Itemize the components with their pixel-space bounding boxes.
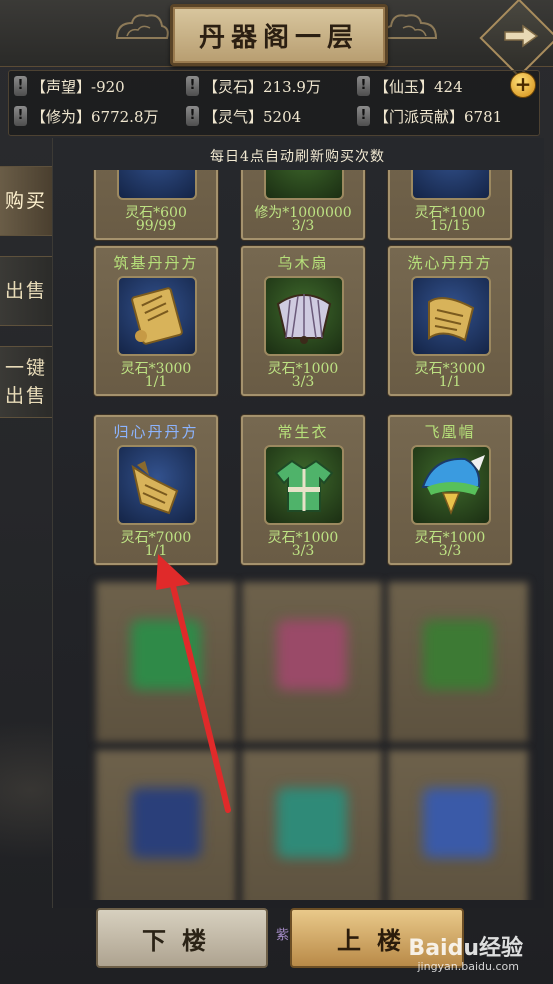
item-name: 飞凰帽 bbox=[424, 423, 476, 441]
annotation-arrow-icon bbox=[156, 554, 231, 813]
scroll-icon bbox=[117, 445, 197, 525]
tab-label: 出售 bbox=[4, 280, 47, 302]
floor-down-button[interactable]: 下楼 bbox=[96, 908, 268, 968]
item-quantity: 3/3 bbox=[291, 374, 315, 390]
robe-icon bbox=[264, 445, 344, 525]
watermark-url: jingyan.baidu.com bbox=[417, 960, 519, 973]
stat-spirit-energy: ! 【灵气】5204 bbox=[186, 104, 301, 128]
item-icon bbox=[117, 170, 197, 200]
info-icon[interactable]: ! bbox=[357, 106, 370, 126]
scroll-icon bbox=[117, 276, 197, 356]
page-title-text: 丹器阁一层 bbox=[198, 22, 359, 53]
item-card[interactable]: 修为*1000000 3/3 bbox=[241, 170, 365, 240]
item-quantity: 99/99 bbox=[135, 218, 177, 234]
stat-cultivation: ! 【修为】6772.8万 bbox=[14, 104, 159, 128]
item-quantity: 3/3 bbox=[291, 543, 315, 559]
blurred-item-icon bbox=[277, 788, 347, 858]
title-bar: 丹器阁一层 bbox=[0, 0, 553, 78]
cloud-ornament-icon bbox=[384, 14, 438, 39]
floor-up-label: 上楼 bbox=[337, 925, 417, 955]
info-icon[interactable]: ! bbox=[14, 106, 27, 126]
tab-quick-sell[interactable]: 一键出售 bbox=[0, 346, 53, 418]
stat-text: 【修为】6772.8万 bbox=[31, 107, 159, 126]
tab-label: 购买 bbox=[4, 190, 47, 212]
item-name: 乌木扇 bbox=[277, 254, 329, 272]
blurred-item-icon bbox=[423, 788, 493, 858]
item-name: 常生衣 bbox=[277, 423, 329, 441]
item-icon bbox=[264, 170, 344, 200]
item-card-changsheng-robe[interactable]: 常生衣 灵石*1000 3/3 bbox=[241, 415, 365, 565]
fan-icon bbox=[264, 276, 344, 356]
info-icon[interactable]: ! bbox=[357, 76, 370, 96]
tab-sell[interactable]: 出售 bbox=[0, 256, 53, 326]
item-card-guixin-recipe[interactable]: 归心丹丹方 灵石*7000 1/1 bbox=[94, 415, 218, 565]
item-quantity: 1/1 bbox=[438, 374, 462, 390]
tab-buy[interactable]: 购买 bbox=[0, 166, 53, 236]
item-quantity: 1/1 bbox=[144, 374, 168, 390]
item-card-feihuang-hat[interactable]: 飞凰帽 灵石*1000 3/3 bbox=[388, 415, 512, 565]
stat-text: 【门派贡献】6781 bbox=[374, 107, 503, 126]
item-grid: 灵石*600 99/99 修为*1000000 3/3 灵石*1000 15/1… bbox=[52, 170, 543, 900]
stat-text: 【仙玉】424 bbox=[374, 77, 463, 96]
stat-reputation: ! 【声望】-920 bbox=[14, 74, 125, 98]
watermark-logo: Baidu经验 bbox=[408, 936, 523, 961]
item-card-xixin-recipe[interactable]: 洗心丹丹方 灵石*3000 1/1 bbox=[388, 246, 512, 396]
item-name: 洗心丹丹方 bbox=[407, 254, 493, 272]
stat-text: 【灵气】5204 bbox=[203, 107, 302, 126]
stat-text: 【声望】-920 bbox=[31, 77, 125, 96]
purple-label: 紫 bbox=[276, 928, 290, 943]
phoenix-hat-icon bbox=[411, 445, 491, 525]
item-name: 归心丹丹方 bbox=[113, 423, 199, 441]
item-quantity: 3/3 bbox=[291, 218, 315, 234]
item-card-ebony-fan[interactable]: 乌木扇 灵石*1000 3/3 bbox=[241, 246, 365, 396]
add-jade-button[interactable]: + bbox=[510, 72, 536, 98]
item-name: 筑基丹丹方 bbox=[113, 254, 199, 272]
cloud-ornament-icon bbox=[115, 14, 169, 39]
item-quantity: 15/15 bbox=[429, 218, 471, 234]
blurred-item-icon bbox=[277, 620, 347, 690]
item-card[interactable]: 灵石*1000 15/15 bbox=[388, 170, 512, 240]
scroll-icon bbox=[411, 276, 491, 356]
info-icon[interactable]: ! bbox=[186, 76, 199, 96]
stat-sect-contribution: ! 【门派贡献】6781 bbox=[357, 104, 502, 128]
tab-label: 一键出售 bbox=[4, 357, 47, 407]
floor-down-label: 下楼 bbox=[142, 925, 222, 955]
page-title: 丹器阁一层 bbox=[170, 4, 388, 66]
item-card[interactable]: 灵石*600 99/99 bbox=[94, 170, 218, 240]
info-icon[interactable]: ! bbox=[186, 106, 199, 126]
item-card-zhuji-recipe[interactable]: 筑基丹丹方 灵石*3000 1/1 bbox=[94, 246, 218, 396]
stat-text: 【灵石】213.9万 bbox=[203, 77, 321, 96]
info-icon[interactable]: ! bbox=[14, 76, 27, 96]
item-icon bbox=[411, 170, 491, 200]
arrow-right-icon[interactable] bbox=[503, 24, 539, 48]
blurred-item-icon bbox=[423, 620, 493, 690]
stat-spirit-stone: ! 【灵石】213.9万 bbox=[186, 74, 321, 98]
stat-jade: ! 【仙玉】424 bbox=[357, 74, 463, 98]
refresh-notice: 每日4点自动刷新购买次数 bbox=[210, 149, 385, 165]
item-quantity: 3/3 bbox=[438, 543, 462, 559]
